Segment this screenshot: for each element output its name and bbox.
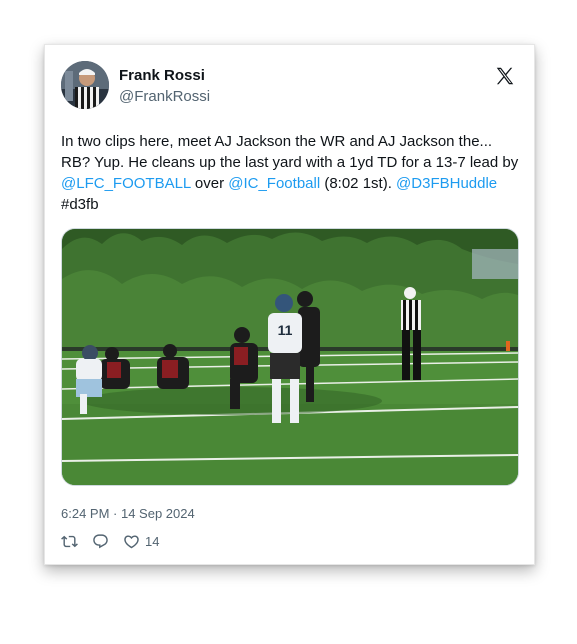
tweet-text-part: (8:02 1st). [320,175,397,192]
mention-link[interactable]: @IC_Football [228,175,320,192]
avatar[interactable] [61,61,109,109]
tweet-media-video[interactable]: 11 [61,228,519,486]
x-logo-icon[interactable] [494,65,516,87]
tweet-text-part: over [190,175,229,192]
heart-icon [124,535,139,549]
mention-link[interactable]: @LFC_FOOTBALL [61,175,191,192]
tweet-timestamp[interactable]: 6:24 PM · 14 Sep 2024 [61,506,195,521]
svg-text:11: 11 [278,322,293,338]
author-handle[interactable]: @FrankRossi [119,88,210,105]
tweet-card: Frank Rossi @FrankRossi In two clips her… [44,44,535,565]
like-button[interactable]: 14 [123,533,159,550]
tweet-actions: 14 [61,533,159,550]
tweet-text-part: In two clips here, meet AJ Jackson the W… [61,133,519,171]
reply-button[interactable] [92,533,109,550]
reply-icon [93,534,108,549]
hashtag[interactable]: #d3fb [61,196,99,213]
like-count: 14 [145,534,160,549]
mention-link[interactable]: @D3FBHuddle [396,175,497,192]
retweet-button[interactable] [61,533,78,550]
tweet-text: In two clips here, meet AJ Jackson the W… [61,131,521,215]
retweet-icon [61,535,78,548]
author-name[interactable]: Frank Rossi [119,67,205,84]
football-field-image: 11 [62,229,518,485]
avatar-image [61,61,109,109]
